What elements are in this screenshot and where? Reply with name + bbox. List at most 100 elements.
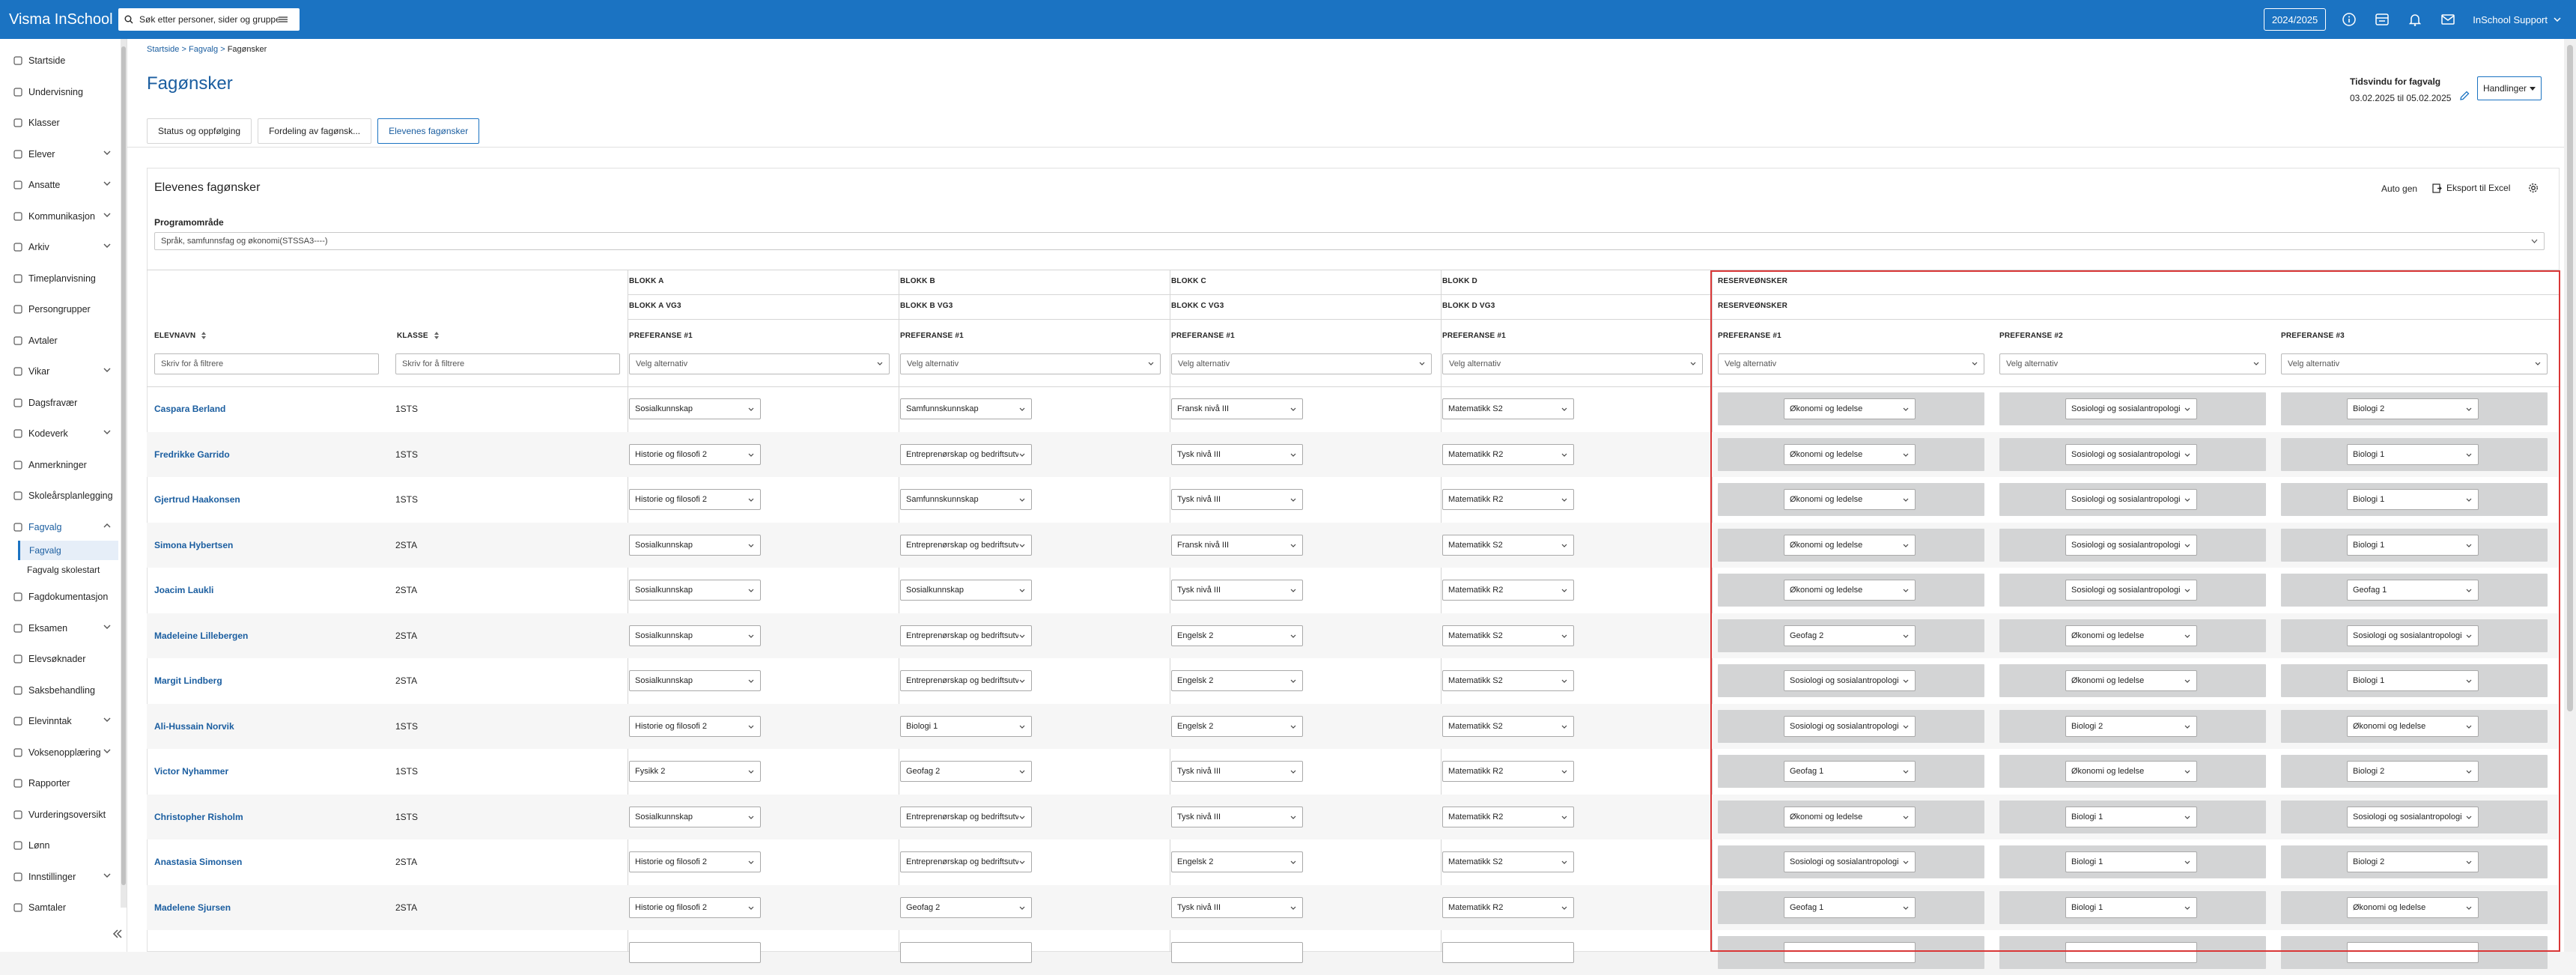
block-choice-select[interactable] — [1171, 942, 1303, 963]
block-choice-select[interactable]: Matematikk S2 — [1442, 715, 1574, 737]
sidebar-item-arkiv[interactable]: Arkiv — [0, 233, 120, 261]
sidebar-item-timeplanvisning[interactable]: Timeplanvisning — [0, 264, 120, 293]
sidebar-item-elever[interactable]: Elever — [0, 140, 120, 168]
block-choice-select[interactable] — [629, 942, 761, 963]
block-filter-select[interactable]: Velg alternativ — [629, 353, 890, 374]
student-name-link[interactable]: Madeleine Lillebergen — [154, 631, 248, 641]
block-choice-select[interactable]: Geofag 2 — [900, 761, 1032, 782]
block-choice-select[interactable]: Sosialkunnskap — [629, 670, 761, 691]
block-choice-select[interactable]: Entreprenørskap og bedriftsutvikling — [900, 443, 1032, 465]
student-name-link[interactable]: Fredrikke Garrido — [154, 449, 230, 460]
block-choice-select[interactable]: Tysk nivå III — [1171, 489, 1303, 510]
block-choice-select[interactable]: Sosialkunnskap — [629, 806, 761, 827]
sidebar-item-kommunikasjon[interactable]: Kommunikasjon — [0, 202, 120, 231]
block-choice-select[interactable]: Matematikk S2 — [1442, 398, 1574, 419]
sidebar-item-eksamen[interactable]: Eksamen — [0, 614, 120, 643]
block-choice-select[interactable]: Entreprenørskap og bedriftsutvikling — [900, 625, 1032, 646]
info-icon[interactable] — [2341, 11, 2357, 28]
block-choice-select[interactable]: Sosialkunnskap — [629, 625, 761, 646]
actions-button[interactable]: Handlinger — [2477, 76, 2542, 100]
block-choice-select[interactable]: Matematikk R2 — [1442, 443, 1574, 465]
filter-icon[interactable] — [279, 16, 288, 23]
block-choice-select[interactable]: Matematikk S2 — [1442, 534, 1574, 556]
student-name-link[interactable]: Madelene Sjursen — [154, 902, 231, 913]
sidebar-item-undervisning[interactable]: Undervisning — [0, 78, 120, 106]
block-choice-select[interactable]: Engelsk 2 — [1171, 625, 1303, 646]
block-choice-select[interactable]: Entreprenørskap og bedriftsutvikling — [900, 851, 1032, 872]
block-choice-select[interactable]: Matematikk R2 — [1442, 806, 1574, 827]
mail-icon[interactable] — [2440, 11, 2456, 28]
sidebar-item-persongrupper[interactable]: Persongrupper — [0, 295, 120, 324]
block-choice-select[interactable]: Fysikk 2 — [629, 761, 761, 782]
student-name-link[interactable]: Simona Hybertsen — [154, 540, 233, 550]
app-title[interactable]: Visma InSchool — [9, 11, 113, 28]
sidebar-item-dagsfravær[interactable]: Dagsfravær — [0, 389, 120, 417]
student-name-link[interactable]: Christopher Risholm — [154, 812, 243, 822]
block-choice-select[interactable]: Historie og filosofi 2 — [629, 896, 761, 918]
block-choice-select[interactable]: Fransk nivå III — [1171, 534, 1303, 556]
sidebar-subitem-fagvalg-skolestart[interactable]: Fagvalg skolestart — [18, 560, 118, 580]
block-choice-select[interactable] — [900, 942, 1032, 963]
sidebar-subitem-fagvalg[interactable]: Fagvalg — [18, 541, 118, 560]
block-choice-select[interactable]: Engelsk 2 — [1171, 715, 1303, 737]
block-choice-select[interactable]: Tysk nivå III — [1171, 580, 1303, 601]
export-excel-button[interactable]: Eksport til Excel — [2432, 183, 2510, 193]
block-choice-select[interactable]: Samfunnskunnskap — [900, 398, 1032, 419]
student-name-link[interactable]: Victor Nyhammer — [154, 766, 228, 777]
sidebar-item-fagvalg[interactable]: Fagvalg — [0, 513, 120, 541]
sidebar-scroll-thumb[interactable] — [121, 46, 126, 885]
tab-distribution[interactable]: Fordeling av fagønsk... — [258, 118, 372, 144]
breadcrumb-home[interactable]: Startside — [147, 45, 179, 54]
block-choice-select[interactable]: Sosialkunnskap — [629, 398, 761, 419]
user-menu[interactable]: InSchool Support — [2473, 14, 2561, 25]
block-filter-select[interactable]: Velg alternativ — [1442, 353, 1703, 374]
block-choice-select[interactable]: Matematikk R2 — [1442, 896, 1574, 918]
block-choice-select[interactable] — [1442, 942, 1574, 963]
block-choice-select[interactable]: Matematikk S2 — [1442, 670, 1574, 691]
student-name-link[interactable]: Ali-Hussain Norvik — [154, 721, 234, 732]
sidebar-item-fagdokumentasjon[interactable]: Fagdokumentasjon — [0, 583, 120, 611]
program-area-select[interactable]: Språk, samfunnsfag og økonomi(STSSA3----… — [154, 232, 2545, 250]
block-choice-select[interactable]: Historie og filosofi 2 — [629, 715, 761, 737]
block-choice-select[interactable]: Sosialkunnskap — [629, 580, 761, 601]
sidebar-item-avtaler[interactable]: Avtaler — [0, 326, 120, 355]
student-name-link[interactable]: Gjertrud Haakonsen — [154, 494, 240, 505]
column-header-class[interactable]: KLASSE — [397, 332, 439, 340]
sidebar-item-voksenopplæring[interactable]: Voksenopplæring — [0, 738, 120, 767]
block-choice-select[interactable]: Historie og filosofi 2 — [629, 489, 761, 510]
block-choice-select[interactable]: Sosialkunnskap — [629, 534, 761, 556]
column-header-name[interactable]: ELEVNAVN — [154, 332, 207, 340]
block-filter-select[interactable]: Velg alternativ — [1171, 353, 1432, 374]
block-choice-select[interactable]: Entreprenørskap og bedriftsutvikling — [900, 806, 1032, 827]
pencil-icon[interactable] — [2459, 91, 2470, 101]
block-choice-select[interactable]: Tysk nivå III — [1171, 761, 1303, 782]
block-choice-select[interactable]: Matematikk R2 — [1442, 761, 1574, 782]
block-filter-select[interactable]: Velg alternativ — [900, 353, 1161, 374]
sort-icon[interactable] — [434, 332, 439, 340]
sidebar-item-startside[interactable]: Startside — [0, 46, 120, 75]
block-choice-select[interactable]: Geofag 2 — [900, 896, 1032, 918]
register-icon[interactable] — [2374, 11, 2390, 28]
block-choice-select[interactable]: Historie og filosofi 2 — [629, 443, 761, 465]
auto-gen-button[interactable]: Auto gen — [2381, 183, 2417, 194]
block-choice-select[interactable]: Matematikk R2 — [1442, 489, 1574, 510]
block-choice-select[interactable]: Biologi 1 — [900, 715, 1032, 737]
block-choice-select[interactable]: Tysk nivå III — [1171, 896, 1303, 918]
tab-student-choices[interactable]: Elevenes fagønsker — [377, 118, 480, 144]
block-choice-select[interactable]: Matematikk S2 — [1442, 625, 1574, 646]
sidebar-item-elevsøknader[interactable]: Elevsøknader — [0, 645, 120, 673]
collapse-sidebar-icon[interactable] — [112, 929, 123, 939]
name-filter-input[interactable]: Skriv for å filtrere — [154, 353, 379, 374]
tab-status[interactable]: Status og oppfølging — [147, 118, 252, 144]
sidebar-item-rapporter[interactable]: Rapporter — [0, 769, 120, 798]
sidebar-item-lønn[interactable]: Lønn — [0, 831, 120, 860]
block-choice-select[interactable]: Historie og filosofi 2 — [629, 851, 761, 872]
student-name-link[interactable]: Caspara Berland — [154, 404, 225, 414]
sidebar-item-vikar[interactable]: Vikar — [0, 357, 120, 386]
block-choice-select[interactable]: Matematikk S2 — [1442, 851, 1574, 872]
main-scroll-thumb[interactable] — [2567, 45, 2573, 711]
block-choice-select[interactable]: Tysk nivå III — [1171, 806, 1303, 827]
block-choice-select[interactable]: Entreprenørskap og bedriftsutvikling — [900, 534, 1032, 556]
sort-icon[interactable] — [201, 332, 207, 340]
block-choice-select[interactable]: Engelsk 2 — [1171, 851, 1303, 872]
